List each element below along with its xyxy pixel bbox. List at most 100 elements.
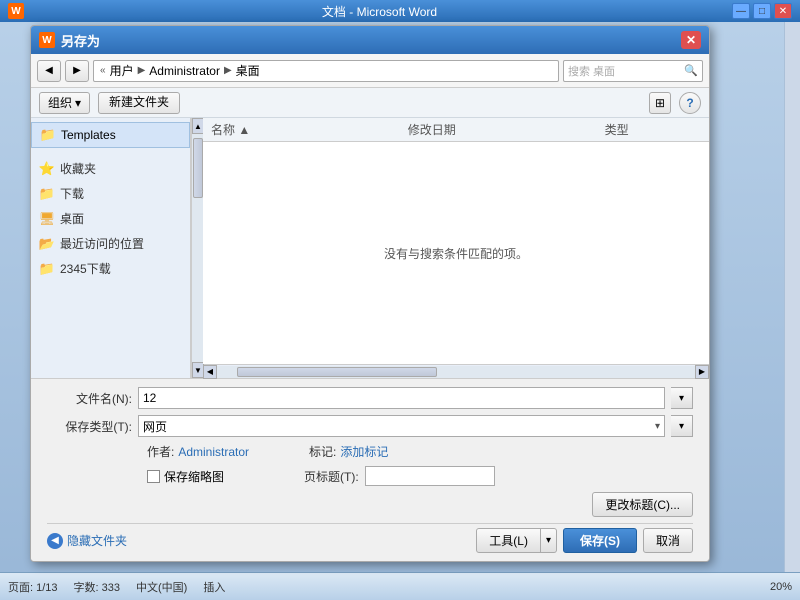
dialog-footer: 文件名(N): ▾ 保存类型(T): 网页 ▾ ▾ 作者: Administra… — [31, 378, 709, 561]
tools-arrow-btn[interactable]: ▾ — [541, 528, 557, 553]
save-as-dialog: W 另存为 ✕ ◀ ▶ « 用户 ▶ Administrator ▶ 桌面 搜索… — [30, 25, 710, 562]
hscroll-right-btn[interactable]: ▶ — [695, 365, 709, 379]
sidebar-item-downloads[interactable]: 📁 下载 — [31, 181, 190, 206]
hide-folder-btn[interactable]: ◀ 隐藏文件夹 — [47, 532, 127, 549]
dialog-toolbar: ◀ ▶ « 用户 ▶ Administrator ▶ 桌面 搜索 桌面 🔍 — [31, 54, 709, 88]
filename-row: 文件名(N): ▾ — [47, 387, 693, 409]
word-count: 字数: 333 — [74, 579, 120, 595]
tags-value[interactable]: 添加标记 — [340, 443, 388, 460]
filetype-value: 网页 — [143, 418, 167, 435]
downloads-label: 下载 — [60, 185, 84, 202]
col-type-header[interactable]: 类型 — [605, 121, 701, 138]
save-btn[interactable]: 保存(S) — [563, 528, 637, 553]
word-scrollbar[interactable] — [784, 22, 800, 572]
cancel-btn[interactable]: 取消 — [643, 528, 693, 553]
scrollbar-down-btn[interactable]: ▼ — [192, 362, 204, 378]
search-icon: 🔍 — [684, 64, 698, 77]
nav-back-btn[interactable]: ◀ — [37, 60, 61, 82]
nav-forward-btn[interactable]: ▶ — [65, 60, 89, 82]
desktop-label: 桌面 — [60, 210, 84, 227]
taskbar: 页面: 1/13 字数: 333 中文(中国) 插入 20% — [0, 572, 800, 600]
search-placeholder: 搜索 桌面 — [568, 63, 615, 79]
2345-icon: 📁 — [39, 261, 55, 277]
favorites-icon: ⭐ — [39, 161, 55, 177]
author-value[interactable]: Administrator — [178, 445, 249, 459]
sidebar-item-favorites[interactable]: ⭐ 收藏夹 — [31, 156, 190, 181]
word-title: 文档 - Microsoft Word — [30, 3, 729, 20]
address-back-arrow: « — [100, 65, 106, 76]
filetype-select[interactable]: 网页 ▾ — [138, 415, 665, 437]
word-minimize-btn[interactable]: — — [732, 3, 750, 19]
filetype-label: 保存类型(T): — [47, 418, 132, 435]
tools-btn-group: 工具(L) ▾ — [476, 528, 557, 553]
horizontal-scrollbar[interactable]: ◀ ▶ — [203, 364, 709, 378]
lang-info: 中文(中国) — [136, 579, 187, 595]
help-btn[interactable]: ? — [679, 92, 701, 114]
views-btn[interactable]: ⊞ — [649, 92, 671, 114]
sidebar-item-desktop[interactable]: 🖥 桌面 — [31, 206, 190, 231]
desktop-icon: 🖥 — [39, 211, 55, 227]
filename-dropdown-btn[interactable]: ▾ — [671, 387, 693, 409]
recent-label: 最近访问的位置 — [60, 235, 144, 252]
filetype-dropdown-btn[interactable]: ▾ — [671, 415, 693, 437]
filename-label: 文件名(N): — [47, 390, 132, 407]
sidebar-item-2345[interactable]: 📁 2345下载 — [31, 256, 190, 281]
new-folder-btn[interactable]: 新建文件夹 — [98, 92, 180, 114]
edit-mode: 插入 — [203, 579, 225, 595]
col-date-header[interactable]: 修改日期 — [408, 121, 601, 138]
downloads-icon: 📁 — [39, 186, 55, 202]
hscroll-thumb[interactable] — [237, 367, 437, 377]
2345-label: 2345下载 — [60, 260, 111, 277]
tags-label: 标记: — [309, 443, 336, 460]
sidebar-item-templates[interactable]: 📁 Templates — [31, 122, 190, 148]
tools-btn[interactable]: 工具(L) — [476, 528, 541, 553]
thumb-row: 保存缩略图 页标题(T): — [47, 466, 693, 486]
address-sep1: ▶ — [138, 65, 146, 76]
page-info: 页面: 1/13 — [8, 579, 58, 595]
word-close-btn[interactable]: ✕ — [774, 3, 792, 19]
filetype-row: 保存类型(T): 网页 ▾ ▾ — [47, 415, 693, 437]
sidebar-scrollbar[interactable]: ▲ ▼ — [191, 118, 203, 378]
thumbnail-checkbox[interactable] — [147, 470, 160, 483]
dialog-subtoolbar: 组织 ▾ 新建文件夹 ⊞ ? — [31, 88, 709, 118]
recent-icon: 📂 — [39, 236, 55, 252]
word-icon: W — [8, 3, 24, 19]
change-title-row: 更改标题(C)... — [47, 492, 693, 517]
filename-input[interactable] — [138, 387, 665, 409]
page-title-input[interactable] — [365, 466, 495, 486]
scrollbar-thumb[interactable] — [193, 138, 203, 198]
word-maximize-btn[interactable]: □ — [753, 3, 771, 19]
sort-arrow: ▲ — [238, 123, 250, 137]
dialog-body: 📁 Templates ⭐ 收藏夹 📁 下载 🖥 桌面 — [31, 118, 709, 378]
hide-folder-icon: ◀ — [47, 533, 63, 549]
dialog-close-btn[interactable]: ✕ — [681, 31, 701, 49]
action-buttons: 工具(L) ▾ 保存(S) 取消 — [476, 528, 693, 553]
organize-btn[interactable]: 组织 ▾ — [39, 92, 90, 114]
sidebar-item-recent[interactable]: 📂 最近访问的位置 — [31, 231, 190, 256]
dialog-word-icon: W — [39, 32, 55, 48]
file-list-area: 名称 ▲ 修改日期 类型 没有与搜索条件匹配的项。 — [203, 118, 709, 364]
organize-label: 组织 — [48, 94, 72, 111]
hscroll-track[interactable] — [217, 366, 695, 378]
templates-label: Templates — [61, 128, 116, 142]
column-headers: 名称 ▲ 修改日期 类型 — [203, 118, 709, 142]
col-name-header[interactable]: 名称 ▲ — [211, 121, 404, 138]
address-bar[interactable]: « 用户 ▶ Administrator ▶ 桌面 — [93, 60, 559, 82]
nav-sidebar: 📁 Templates ⭐ 收藏夹 📁 下载 🖥 桌面 — [31, 118, 191, 378]
filetype-select-arrow: ▾ — [655, 421, 660, 432]
action-row: ◀ 隐藏文件夹 工具(L) ▾ 保存(S) 取消 — [47, 523, 693, 553]
change-title-btn[interactable]: 更改标题(C)... — [592, 492, 693, 517]
zoom-level: 20% — [770, 581, 792, 593]
hide-folder-label: 隐藏文件夹 — [67, 532, 127, 549]
organize-arrow: ▾ — [75, 96, 81, 110]
hscroll-left-btn[interactable]: ◀ — [203, 365, 217, 379]
search-box[interactable]: 搜索 桌面 🔍 — [563, 60, 703, 82]
author-label: 作者: — [147, 443, 174, 460]
page-title-label: 页标题(T): — [304, 468, 359, 485]
address-sep2: ▶ — [224, 65, 232, 76]
address-part-admin: Administrator — [149, 64, 220, 78]
address-part-desktop: 桌面 — [236, 62, 260, 79]
dialog-title: 另存为 — [61, 31, 681, 50]
favorites-label: 收藏夹 — [60, 160, 96, 177]
thumbnail-label: 保存缩略图 — [164, 468, 224, 485]
